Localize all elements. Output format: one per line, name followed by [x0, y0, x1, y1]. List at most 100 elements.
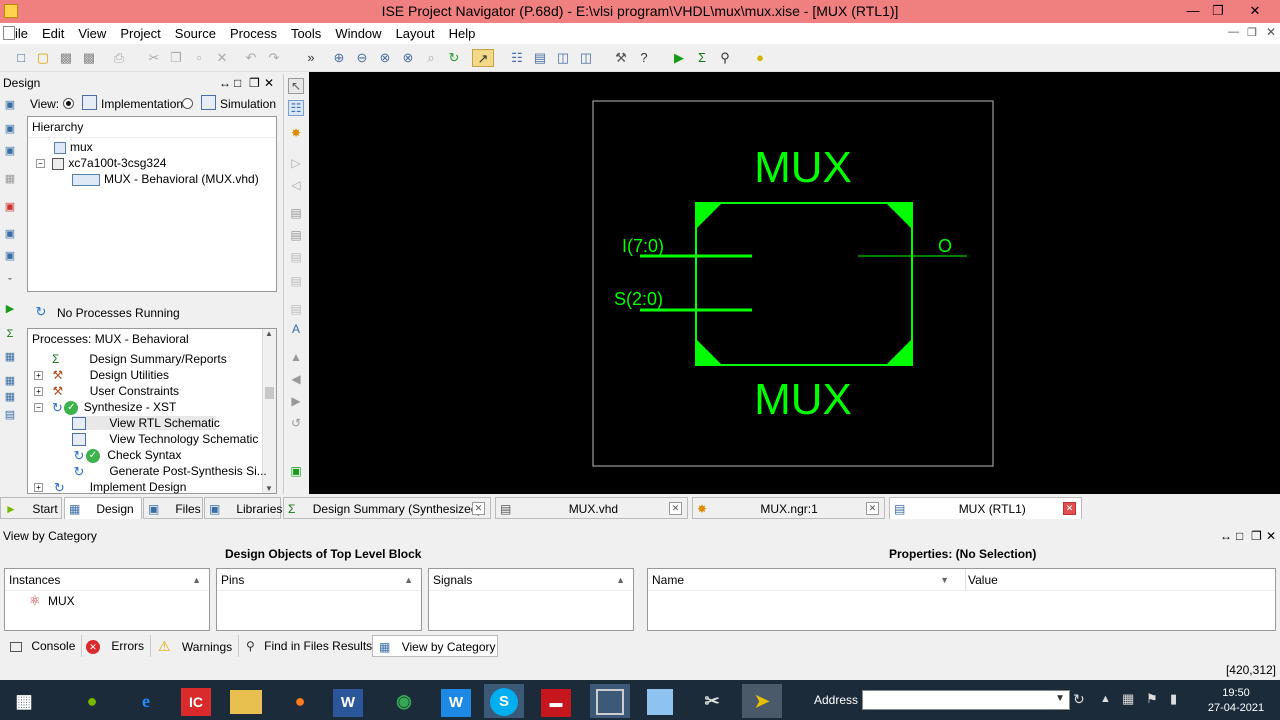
- tab-libraries[interactable]: ▣ Libraries: [204, 497, 282, 519]
- collapse-icon[interactable]: −: [36, 159, 45, 169]
- panel-float-icon[interactable]: ↔: [219, 74, 231, 92]
- menu-layout[interactable]: Layout: [389, 26, 442, 41]
- menu-project[interactable]: Project: [113, 26, 167, 41]
- panel-restore-icon[interactable]: ❐: [249, 74, 260, 92]
- firefox-icon[interactable]: ●: [280, 684, 320, 718]
- tree3-icon[interactable]: ▦: [2, 390, 18, 404]
- text-icon[interactable]: A: [288, 322, 304, 338]
- more-icon[interactable]: »: [302, 49, 320, 67]
- remove-icon[interactable]: ▣: [2, 200, 18, 214]
- network-icon[interactable]: ▦: [1122, 691, 1134, 707]
- panel-max-icon[interactable]: □: [234, 74, 241, 92]
- process-generate-sim[interactable]: ↻ Generate Post-Synthesis Si...: [72, 464, 267, 479]
- box4-icon[interactable]: ▤: [288, 274, 304, 290]
- list-item[interactable]: ⚛ MUX: [29, 593, 75, 609]
- zoom-in-icon[interactable]: ⊕: [330, 49, 348, 67]
- panel-max-icon[interactable]: □: [1236, 528, 1243, 544]
- menu-view[interactable]: View: [71, 26, 113, 41]
- word-icon[interactable]: W: [328, 684, 368, 718]
- select-icon[interactable]: ↖: [288, 78, 304, 94]
- copy-icon[interactable]: ❐: [167, 49, 185, 67]
- android-studio-icon[interactable]: ●: [72, 684, 112, 718]
- tab-errors[interactable]: ✕ Errors: [80, 635, 152, 657]
- tab-warnings[interactable]: ⚠ Warnings: [152, 635, 240, 657]
- summary-icon[interactable]: Σ: [2, 328, 18, 342]
- app-ic-icon[interactable]: IC: [176, 684, 216, 718]
- process-user-constraints[interactable]: + ⚒ User Constraints: [34, 384, 179, 398]
- properties-table[interactable]: Name ▼ Value: [647, 568, 1276, 631]
- tray-up-icon[interactable]: ▲: [1100, 693, 1111, 705]
- address-input[interactable]: ▼: [862, 690, 1070, 710]
- back-icon[interactable]: ◁: [288, 178, 304, 194]
- mdi-close-button[interactable]: ✕: [1266, 25, 1276, 39]
- zoom-fit-icon[interactable]: ⊗: [399, 49, 417, 67]
- tab-start[interactable]: ► Start: [0, 497, 62, 519]
- undo-icon[interactable]: ↶: [242, 49, 260, 67]
- add-module-icon[interactable]: ▣: [2, 144, 18, 158]
- menu-tools[interactable]: Tools: [284, 26, 328, 41]
- flag-icon[interactable]: ⚑: [1146, 691, 1158, 707]
- file-explorer-icon[interactable]: [226, 684, 266, 718]
- tab-close-button[interactable]: ✕: [866, 502, 879, 515]
- open-icon[interactable]: ▢: [34, 49, 52, 67]
- export-icon[interactable]: ▣: [288, 464, 304, 480]
- process-view-rtl[interactable]: View RTL Schematic: [72, 416, 220, 431]
- mdi-restore-button[interactable]: ❐: [1247, 26, 1257, 39]
- ise-icon[interactable]: ➤: [742, 684, 782, 718]
- properties-icon[interactable]: ▣: [2, 227, 18, 241]
- process-design-utilities[interactable]: + ⚒ Design Utilities: [34, 368, 169, 382]
- tab-view-by-category[interactable]: ▦ View by Category: [372, 635, 498, 657]
- delete-icon[interactable]: ✕: [213, 49, 231, 67]
- tab-find-in-files[interactable]: ⚲ Find in Files Results: [240, 635, 380, 657]
- snipping-icon[interactable]: ✂: [692, 684, 732, 718]
- menu-source[interactable]: Source: [168, 26, 223, 41]
- tab-design[interactable]: ▦ Design: [64, 497, 142, 519]
- save-icon[interactable]: ▩: [57, 49, 75, 67]
- tab-mux-vhd[interactable]: ▤ MUX.vhd ✕: [495, 497, 688, 519]
- box2-icon[interactable]: ▤: [288, 228, 304, 244]
- pins-header[interactable]: Pins ▲: [217, 569, 421, 591]
- telescope-icon[interactable]: ⚲: [716, 49, 734, 67]
- simulation-radio[interactable]: [182, 98, 193, 109]
- panel-float-icon[interactable]: ↔: [1220, 528, 1232, 544]
- tab-close-button[interactable]: ✕: [1063, 502, 1076, 515]
- redo-icon[interactable]: ↷: [265, 49, 283, 67]
- sigma-icon[interactable]: Σ: [693, 49, 711, 67]
- mdi-minimize-button[interactable]: —: [1228, 26, 1239, 38]
- menu-edit[interactable]: Edit: [35, 26, 71, 41]
- skype-icon[interactable]: S: [484, 684, 524, 718]
- tab-mux-ngr[interactable]: ✸ MUX.ngr:1 ✕: [692, 497, 885, 519]
- tab-mux-rtl[interactable]: ▤ MUX (RTL1) ✕: [889, 497, 1082, 519]
- expand-icon[interactable]: ˇ: [2, 277, 18, 291]
- acrobat-icon[interactable]: ▬: [536, 684, 576, 718]
- tab-close-button[interactable]: ✕: [472, 502, 485, 515]
- add-symbol-icon[interactable]: ✸: [288, 126, 304, 142]
- paste-icon[interactable]: ▫: [190, 49, 208, 67]
- process-design-summary[interactable]: Σ Design Summary/Reports: [52, 352, 227, 366]
- cascade-icon[interactable]: ☷: [508, 49, 526, 67]
- box-icon[interactable]: ▤: [288, 206, 304, 222]
- process-implement[interactable]: + ↻ Implement Design: [34, 480, 186, 495]
- expand-icon[interactable]: +: [34, 387, 43, 397]
- panel-close-icon[interactable]: ✕: [264, 74, 274, 92]
- panel-close-icon[interactable]: ✕: [1266, 528, 1276, 544]
- value-column-header[interactable]: Value: [965, 569, 998, 591]
- instances-list[interactable]: Instances ▲ ⚛ MUX: [4, 568, 210, 631]
- zoom-full-icon[interactable]: ⊗: [376, 49, 394, 67]
- add-source-icon[interactable]: ▣: [2, 98, 18, 112]
- tree-item-mux-behavioral[interactable]: MUX - Behavioral (MUX.vhd): [72, 172, 259, 186]
- instances-header[interactable]: Instances ▲: [5, 569, 209, 591]
- process-check-syntax[interactable]: ↻ ✓ Check Syntax: [72, 448, 181, 463]
- back-circle-icon[interactable]: ◀: [288, 372, 304, 388]
- hierarchy-icon[interactable]: ▦: [2, 172, 18, 186]
- new-icon[interactable]: □: [12, 49, 30, 67]
- app-w-icon[interactable]: W: [436, 684, 476, 718]
- menu-window[interactable]: Window: [328, 26, 388, 41]
- maximize-button[interactable]: ❐: [1201, 0, 1235, 23]
- route-icon[interactable]: ☷: [288, 100, 304, 116]
- close-button[interactable]: ✕: [1238, 0, 1272, 23]
- table-icon[interactable]: ▤: [2, 408, 18, 422]
- forward-icon[interactable]: ▷: [288, 156, 304, 172]
- pointer-icon[interactable]: ▲: [288, 350, 304, 366]
- windows-start-icon[interactable]: ▦: [4, 684, 44, 718]
